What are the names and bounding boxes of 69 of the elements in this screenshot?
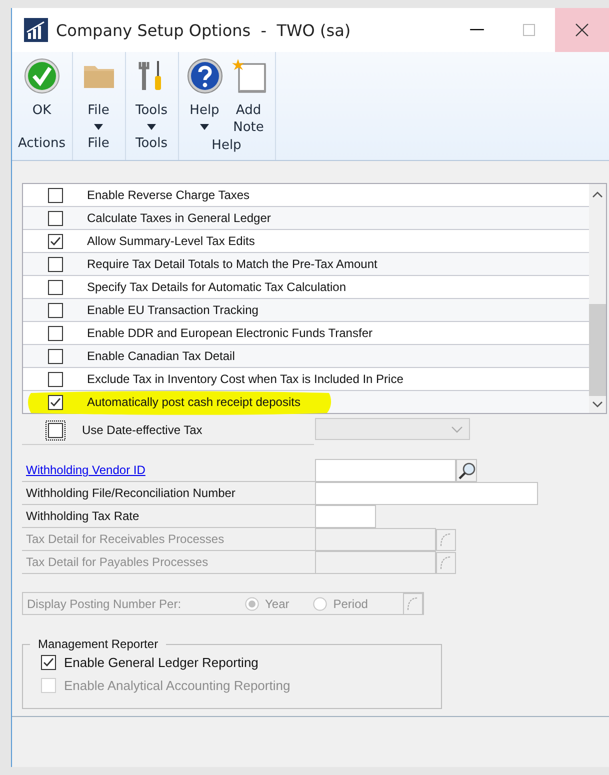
option-label: Automatically post cash receipt deposits bbox=[87, 395, 300, 409]
maximize-icon bbox=[522, 23, 536, 37]
ribbon-button[interactable]: File bbox=[78, 58, 118, 134]
caret-icon bbox=[94, 124, 103, 130]
ribbon-button[interactable]: Tools bbox=[132, 58, 172, 134]
search-icon bbox=[458, 462, 476, 480]
ribbon-button[interactable]: Add Note bbox=[228, 58, 268, 136]
expand-button[interactable] bbox=[436, 551, 456, 574]
field-label: Withholding Tax Rate bbox=[26, 509, 140, 523]
option-label: Require Tax Detail Totals to Match the Pre-Tax Amount bbox=[87, 257, 378, 271]
field-link[interactable]: Withholding Vendor ID bbox=[26, 463, 146, 477]
scroll-up-icon bbox=[592, 191, 603, 198]
option-label: Enable General Ledger Reporting bbox=[64, 655, 258, 670]
group-title: Management Reporter bbox=[37, 637, 160, 651]
checkbox[interactable] bbox=[48, 234, 62, 248]
lookup-button[interactable] bbox=[456, 459, 477, 482]
help-icon bbox=[186, 58, 222, 94]
dropdown-field[interactable] bbox=[315, 418, 470, 440]
field-label: Tax Detail for Receivables Processes bbox=[26, 532, 224, 546]
checkbox[interactable] bbox=[48, 394, 62, 410]
expand-button[interactable] bbox=[436, 528, 456, 551]
option-label: Calculate Taxes in General Ledger bbox=[87, 211, 271, 225]
checkbox[interactable] bbox=[48, 422, 62, 438]
input-field[interactable] bbox=[315, 459, 456, 482]
close-icon bbox=[575, 23, 589, 37]
checkbox[interactable] bbox=[41, 655, 56, 670]
checkbox[interactable] bbox=[48, 302, 62, 318]
input-field[interactable] bbox=[315, 482, 538, 505]
input-field[interactable] bbox=[315, 528, 436, 551]
group-label: File bbox=[88, 135, 110, 153]
ok-icon bbox=[24, 58, 60, 94]
checkbox[interactable] bbox=[48, 210, 62, 226]
scrollbar[interactable] bbox=[589, 184, 606, 413]
option-label: Enable Canadian Tax Detail bbox=[87, 349, 235, 363]
expand-icon bbox=[436, 552, 456, 574]
caret-icon bbox=[147, 124, 156, 130]
option-label: Enable Analytical Accounting Reporting bbox=[64, 678, 290, 693]
option-label: Exclude Tax in Inventory Cost when Tax is Included In Price bbox=[87, 372, 404, 386]
window-title: Company Setup Options - TWO (sa) bbox=[56, 20, 352, 40]
ribbon-button[interactable]: Help bbox=[184, 58, 224, 136]
close-button[interactable] bbox=[555, 8, 609, 52]
expand-icon bbox=[436, 528, 456, 550]
option-label: Enable DDR and European Electronic Funds Transfer bbox=[87, 326, 372, 340]
caret-icon bbox=[200, 124, 209, 130]
field-label: Withholding File/Reconciliation Number bbox=[26, 486, 236, 500]
chevron-down-icon bbox=[451, 426, 463, 432]
group-label: Actions bbox=[18, 135, 66, 153]
note-icon bbox=[230, 58, 266, 94]
option-label: Specify Tax Details for Automatic Tax Calculation bbox=[87, 280, 346, 294]
minimize-icon bbox=[470, 29, 484, 31]
option-label: Enable EU Transaction Tracking bbox=[87, 303, 258, 317]
option-label: Allow Summary-Level Tax Edits bbox=[87, 234, 255, 248]
input-field[interactable] bbox=[315, 551, 436, 574]
checkbox[interactable] bbox=[48, 326, 62, 340]
field-label: Tax Detail for Payables Processes bbox=[26, 555, 208, 569]
checkbox[interactable] bbox=[48, 256, 62, 272]
checkbox[interactable] bbox=[48, 280, 62, 294]
checkbox[interactable] bbox=[48, 188, 62, 202]
checkbox[interactable] bbox=[48, 348, 62, 364]
field-label: Display Posting Number Per: bbox=[26, 596, 182, 610]
app-icon bbox=[24, 18, 48, 42]
scroll-down-icon bbox=[592, 401, 603, 408]
group-label: Tools bbox=[135, 135, 168, 153]
ribbon-button[interactable]: OK bbox=[22, 58, 62, 134]
checkbox[interactable] bbox=[48, 372, 62, 386]
input-field[interactable] bbox=[315, 505, 376, 528]
option-label: Enable Reverse Charge Taxes bbox=[87, 188, 250, 202]
group-label: Help bbox=[212, 137, 242, 155]
option-label: Use Date-effective Tax bbox=[82, 423, 202, 437]
